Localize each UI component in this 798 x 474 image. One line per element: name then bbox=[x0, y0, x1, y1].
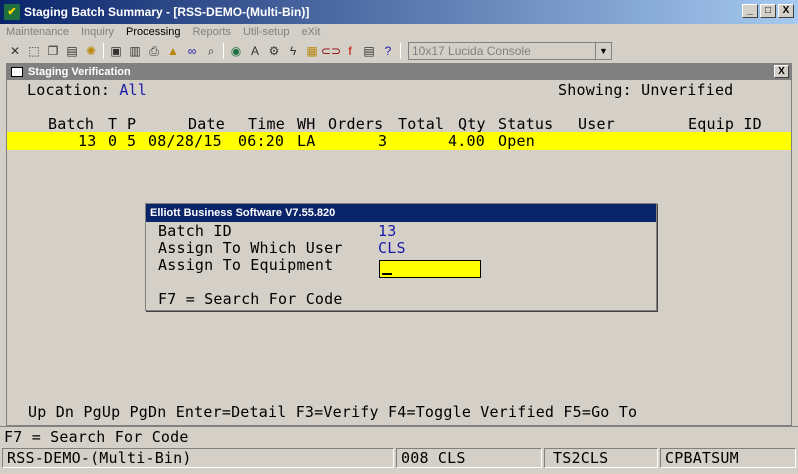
toolbar-separator bbox=[223, 43, 224, 59]
assign-user-field[interactable]: CLS bbox=[378, 239, 406, 257]
menu-processing[interactable]: Processing bbox=[126, 26, 180, 38]
dialog-hint: F7 = Search For Code bbox=[158, 290, 343, 308]
location-line: Location: All bbox=[27, 81, 147, 99]
menu-maintenance[interactable]: Maintenance bbox=[6, 26, 69, 38]
location-value[interactable]: All bbox=[119, 81, 147, 99]
cell-total-qty: 4.00 bbox=[448, 132, 485, 150]
cell-time: 06:20 bbox=[238, 132, 285, 150]
status-user: 008 CLS bbox=[396, 448, 542, 468]
cell-t: 0 bbox=[108, 132, 118, 150]
assign-equipment-label: Assign To Equipment bbox=[158, 256, 334, 274]
cell-status: Open bbox=[498, 132, 535, 150]
col-wh: WH bbox=[297, 115, 316, 133]
batch-id-label: Batch ID bbox=[158, 222, 232, 240]
col-p: P bbox=[127, 115, 137, 133]
dialog-title: Elliott Business Software V7.55.820 bbox=[146, 204, 656, 222]
hint-text: F7 = Search For Code bbox=[4, 428, 189, 446]
select-icon[interactable]: ⬚ bbox=[25, 42, 43, 60]
menu-bar: Maintenance Inquiry Processing Reports U… bbox=[0, 24, 798, 40]
text-cursor bbox=[382, 273, 392, 275]
menu-util-setup[interactable]: Util-setup bbox=[243, 26, 289, 38]
font-selector-value: 10x17 Lucida Console bbox=[412, 44, 531, 58]
status-terminal: TS2CLS bbox=[544, 448, 658, 468]
inner-title-bar: Staging Verification X bbox=[7, 64, 791, 80]
function-key-legend: Up Dn PgUp PgDn Enter=Detail F3=Verify F… bbox=[28, 403, 638, 421]
assign-user-label: Assign To Which User bbox=[158, 239, 343, 257]
chevron-down-icon[interactable]: ▼ bbox=[595, 43, 611, 59]
close-button[interactable]: X bbox=[778, 4, 794, 18]
assign-equipment-input[interactable] bbox=[379, 260, 481, 278]
window-title: Staging Batch Summary - [RSS-DEMO-(Multi… bbox=[24, 5, 310, 19]
font-selector[interactable]: 10x17 Lucida Console ▼ bbox=[408, 42, 612, 60]
cut-icon[interactable]: ✕ bbox=[6, 42, 24, 60]
cell-orders: 3 bbox=[378, 132, 388, 150]
col-status: Status bbox=[498, 115, 554, 133]
col-qty: Qty bbox=[458, 115, 486, 133]
col-equip-id: Equip ID bbox=[688, 115, 762, 133]
link-icon[interactable]: ⊂⊃ bbox=[321, 42, 341, 60]
showing-value: Unverified bbox=[641, 81, 734, 99]
col-total: Total bbox=[398, 115, 445, 133]
showing-line: Showing: Unverified bbox=[558, 81, 733, 99]
hint-bar: F7 = Search For Code bbox=[0, 426, 798, 446]
lightning-icon[interactable]: ϟ bbox=[284, 42, 302, 60]
calculator-icon[interactable]: ▦ bbox=[303, 42, 321, 60]
cell-date: 08/28/15 bbox=[148, 132, 222, 150]
menu-reports[interactable]: Reports bbox=[192, 26, 231, 38]
col-date: Date bbox=[188, 115, 225, 133]
menu-inquiry[interactable]: Inquiry bbox=[81, 26, 114, 38]
window-title-bar[interactable]: ✔ Staging Batch Summary - [RSS-DEMO-(Mul… bbox=[0, 0, 798, 24]
status-bar: RSS-DEMO-(Multi-Bin) 008 CLS TS2CLS CPBA… bbox=[0, 447, 798, 469]
network-icon[interactable]: ◉ bbox=[227, 42, 245, 60]
inner-close-button[interactable]: X bbox=[774, 65, 789, 78]
print-icon[interactable]: ⎙ bbox=[145, 42, 163, 60]
toolbar: ✕ ⬚ ❐ ▤ ✺ ▣ ▥ ⎙ ▲ ∞ ⌕ ◉ A ⚙ ϟ ▦ ⊂⊃ f ▤ ?… bbox=[2, 40, 796, 62]
showing-label: Showing: bbox=[558, 81, 632, 99]
maximize-button[interactable]: □ bbox=[760, 4, 776, 18]
calendar-icon[interactable]: ▤ bbox=[360, 42, 378, 60]
search-icon[interactable]: ⌕ bbox=[202, 42, 220, 60]
status-company: RSS-DEMO-(Multi-Bin) bbox=[2, 448, 394, 468]
batch-id-value: 13 bbox=[378, 222, 397, 240]
col-user: User bbox=[578, 115, 615, 133]
function-icon[interactable]: f bbox=[341, 42, 359, 60]
font-icon[interactable]: A bbox=[246, 42, 264, 60]
alert-icon[interactable]: ▲ bbox=[164, 42, 182, 60]
window-icon bbox=[11, 67, 23, 77]
copy-icon[interactable]: ❐ bbox=[44, 42, 62, 60]
inner-title: Staging Verification bbox=[28, 66, 131, 78]
col-orders: Orders bbox=[328, 115, 384, 133]
cell-wh: LA bbox=[297, 132, 316, 150]
paste-icon[interactable]: ▤ bbox=[63, 42, 81, 60]
print-setup-icon[interactable]: ▣ bbox=[107, 42, 125, 60]
assign-equipment-dialog: Elliott Business Software V7.55.820 Batc… bbox=[145, 203, 657, 311]
status-program: CPBATSUM bbox=[660, 448, 796, 468]
minimize-button[interactable]: _ bbox=[742, 4, 758, 18]
binoculars-icon[interactable]: ∞ bbox=[183, 42, 201, 60]
col-t: T bbox=[108, 115, 118, 133]
document-icon[interactable]: ▥ bbox=[126, 42, 144, 60]
help-icon[interactable]: ? bbox=[379, 42, 397, 60]
toolbar-separator bbox=[103, 43, 104, 59]
gear-icon[interactable]: ⚙ bbox=[265, 42, 283, 60]
location-label: Location: bbox=[27, 81, 111, 99]
toolbar-separator bbox=[400, 43, 401, 59]
menu-exit[interactable]: eXit bbox=[301, 26, 320, 38]
col-time: Time bbox=[248, 115, 285, 133]
cell-p: 5 bbox=[127, 132, 137, 150]
table-row[interactable]: 13 0 5 08/28/15 06:20 LA 3 4.00 Open bbox=[7, 132, 791, 150]
col-batch: Batch bbox=[48, 115, 95, 133]
app-icon: ✔ bbox=[4, 4, 20, 20]
cell-batch: 13 bbox=[78, 132, 97, 150]
settings-icon[interactable]: ✺ bbox=[82, 42, 100, 60]
